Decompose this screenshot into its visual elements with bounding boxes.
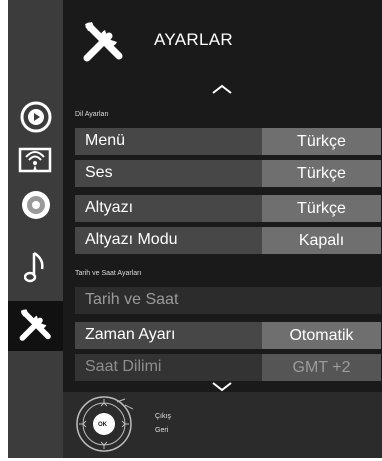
disc-icon xyxy=(21,190,50,219)
row-audio-language[interactable]: Ses Türkçe xyxy=(75,160,381,187)
row-value[interactable]: Türkçe xyxy=(262,195,381,222)
row-subtitle-mode[interactable]: Altyazı Modu Kapalı xyxy=(75,227,381,254)
chevron-up-icon[interactable] xyxy=(211,83,233,95)
row-time-setting[interactable]: Zaman Ayarı Otomatik xyxy=(75,322,381,349)
row-subtitle-language[interactable]: Altyazı Türkçe xyxy=(75,195,381,222)
row-label: Zaman Ayarı xyxy=(85,326,176,343)
row-value[interactable]: Otomatik xyxy=(262,322,381,349)
row-menu-language[interactable]: Menü Türkçe xyxy=(75,128,381,155)
row-label: Altyazı xyxy=(85,199,134,216)
row-time-zone[interactable]: Saat Dilimi GMT +2 xyxy=(75,354,381,381)
music-note-icon xyxy=(23,251,44,282)
exit-hint: Çıkış xyxy=(155,413,171,420)
chevron-down-icon[interactable] xyxy=(211,380,233,392)
source-icon xyxy=(20,101,51,132)
section-language-title: Dil Ayarları xyxy=(75,111,109,118)
row-label: Tarih ve Saat xyxy=(85,291,179,308)
settings-tools-icon xyxy=(83,22,123,62)
sidebar-item-picture[interactable] xyxy=(10,138,61,179)
row-label: Altyazı Modu xyxy=(85,231,178,248)
sidebar-item-settings[interactable] xyxy=(8,301,63,351)
sidebar-item-source[interactable] xyxy=(10,96,61,137)
header: AYARLAR xyxy=(63,0,382,80)
picture-settings-icon xyxy=(18,147,51,172)
page-title: AYARLAR xyxy=(154,30,233,49)
section-datetime-title: Tarih ve Saat Ayarları xyxy=(75,270,142,277)
sidebar-item-music[interactable] xyxy=(10,246,61,287)
sidebar xyxy=(8,0,63,458)
row-date-time[interactable]: Tarih ve Saat xyxy=(75,287,381,314)
row-value[interactable]: GMT +2 xyxy=(262,354,381,381)
tv-screen: AYARLAR Dil Ayarları Menü Türkçe Ses Tür… xyxy=(8,0,382,458)
row-label: Menü xyxy=(85,132,126,149)
back-hint: Geri xyxy=(155,427,169,434)
footer-help: OK Çıkış Geri xyxy=(63,392,382,458)
row-value[interactable]: Türkçe xyxy=(262,160,381,187)
main-panel: AYARLAR Dil Ayarları Menü Türkçe Ses Tür… xyxy=(63,0,382,458)
row-value[interactable]: Türkçe xyxy=(262,128,381,155)
row-label: Saat Dilimi xyxy=(85,358,162,375)
ok-button-label: OK xyxy=(98,422,107,428)
sidebar-item-disc[interactable] xyxy=(10,184,61,225)
row-value[interactable]: Kapalı xyxy=(262,227,381,254)
row-label: Ses xyxy=(85,164,113,181)
settings-tools-icon xyxy=(19,309,51,341)
